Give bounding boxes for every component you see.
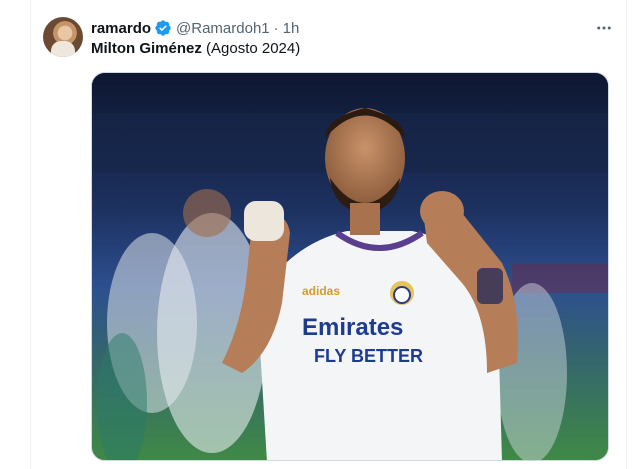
author-name[interactable]: ramardo [91, 20, 151, 37]
tweet-text: Milton Giménez (Agosto 2024) [91, 39, 300, 59]
adidas-logo: adidas [302, 284, 340, 298]
jersey-slogan-text: FLY BETTER [314, 346, 423, 366]
tweet-text-bold: Milton Giménez [91, 40, 202, 57]
tweet-photo[interactable]: adidas Emirates FLY BETTER [91, 72, 609, 461]
timeline-border-right [626, 0, 627, 469]
author-handle[interactable]: @Ramardoh1 [176, 20, 270, 37]
tweet-header: ramardo @Ramardoh1 · 1h [91, 18, 299, 38]
tweet-text-rest: (Agosto 2024) [201, 40, 301, 57]
separator-dot: · [273, 19, 279, 37]
avatar[interactable] [43, 17, 83, 57]
football-player-photo: adidas Emirates FLY BETTER [92, 73, 608, 460]
jersey-emirates-text: Emirates [302, 314, 403, 341]
timestamp[interactable]: 1h [283, 20, 300, 37]
more-horizontal-icon[interactable] [594, 18, 614, 38]
tweet-card[interactable]: ramardo @Ramardoh1 · 1h Milton Giménez (… [31, 0, 626, 469]
verified-badge-icon [154, 19, 172, 37]
